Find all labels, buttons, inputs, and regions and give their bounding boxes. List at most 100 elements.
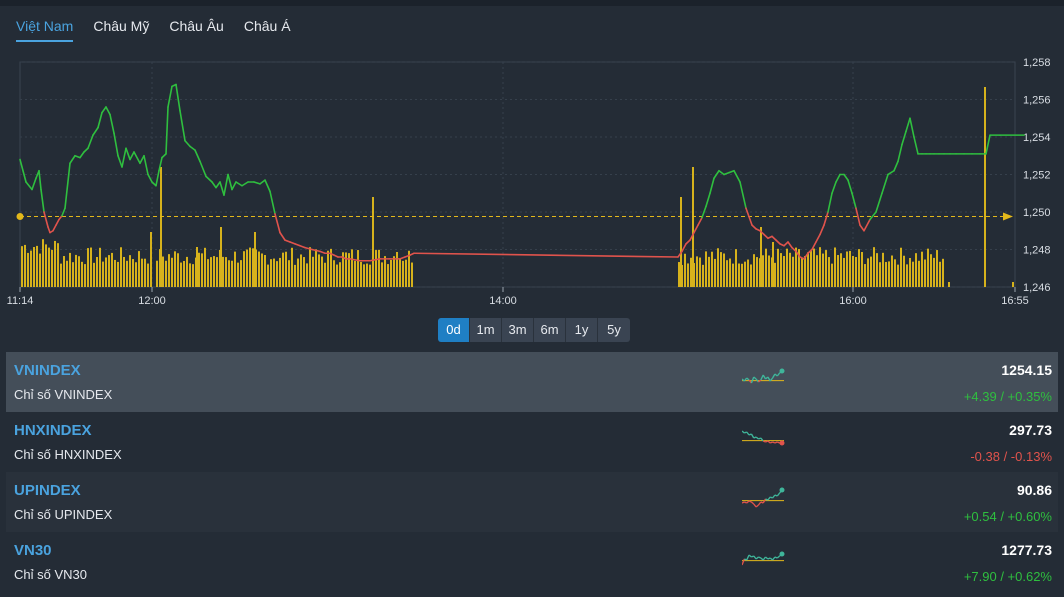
volume-bar	[220, 227, 222, 287]
volume-bar	[84, 264, 86, 287]
price-line-segment	[74, 154, 81, 159]
volume-bar	[81, 261, 83, 287]
volume-bar	[816, 255, 818, 287]
volume-bar	[699, 257, 701, 287]
volume-bar	[882, 252, 884, 287]
volume-bar	[27, 252, 29, 287]
volume-bar	[891, 255, 893, 287]
volume-bar	[105, 257, 107, 287]
sparkline-segment	[753, 376, 757, 380]
volume-bar	[93, 262, 95, 287]
volume-bar	[705, 251, 707, 287]
price-line-segment	[728, 169, 735, 174]
price-line-segment	[121, 147, 127, 168]
volume-bar	[33, 247, 35, 287]
volume-bar	[837, 255, 839, 287]
index-row-vnindex[interactable]: VNINDEX Chỉ số VNINDEX 1254.15 +4.39 / +…	[6, 352, 1058, 412]
price-line-segment	[179, 109, 186, 142]
period-1m-button[interactable]: 1m	[470, 318, 502, 342]
sparkline-end-dot	[779, 368, 785, 374]
volume-bar	[906, 264, 908, 287]
price-line-segment	[139, 154, 145, 165]
volume-bar	[288, 260, 290, 287]
volume-bar	[786, 248, 788, 287]
volume-bar	[132, 259, 134, 287]
price-line-segment	[835, 173, 841, 183]
volume-bar	[924, 259, 926, 287]
period-1y-button[interactable]: 1y	[566, 318, 598, 342]
price-line-segment	[863, 218, 871, 232]
sparkline-segment	[755, 436, 759, 440]
index-row-upindex[interactable]: UPINDEX Chỉ số UPINDEX 90.86 +0.54 / +0.…	[6, 472, 1058, 532]
price-line-segment	[31, 177, 37, 191]
volume-bar	[411, 262, 413, 287]
volume-bar	[351, 249, 353, 287]
volume-bar	[186, 256, 188, 287]
volume-bar	[324, 262, 326, 287]
price-line-segment	[413, 252, 679, 258]
volume-bar	[933, 257, 935, 287]
price-line-segment	[167, 85, 173, 108]
volume-bar	[735, 249, 737, 287]
period-5y-button[interactable]: 5y	[598, 318, 630, 342]
sparkline-segment	[767, 440, 771, 444]
intraday-chart: 1,246 1,248 1,250 1,252 1,254 1,256 1,258 11:14…	[7, 57, 1051, 307]
price-line-segment	[319, 250, 326, 255]
index-symbol[interactable]: HNXINDEX	[14, 422, 92, 439]
sparkline-segment	[755, 504, 759, 508]
price-line-segment	[913, 136, 919, 155]
volume-bar	[387, 264, 389, 287]
volume-bar	[696, 256, 698, 287]
index-name: Chỉ số UPINDEX	[14, 507, 113, 522]
price-line-segment	[215, 181, 221, 189]
index-row-vn30[interactable]: VN30 Chỉ số VN30 1277.73 +7.90 / +0.62%	[6, 532, 1058, 592]
price-line-segment	[235, 181, 243, 187]
price-line-segment	[205, 175, 213, 183]
volume-bar	[249, 247, 251, 287]
volume-bar	[36, 245, 38, 287]
price-line-segment	[905, 117, 911, 133]
price-line-segment	[751, 224, 757, 230]
volume-bar	[138, 251, 140, 287]
volume-bar	[711, 251, 713, 287]
volume-bar	[885, 261, 887, 287]
price-line-segment	[409, 252, 415, 256]
volume-bar	[772, 242, 774, 287]
volume-bar	[231, 260, 233, 287]
volume-bar	[678, 262, 680, 287]
price-line-segment	[227, 173, 233, 191]
index-value: 297.73	[1009, 422, 1052, 438]
volume-bar	[345, 252, 347, 287]
period-0d-button[interactable]: 0d	[438, 318, 470, 342]
index-name: Chỉ số HNXINDEX	[14, 447, 122, 462]
volume-bar	[150, 232, 152, 287]
period-3m-button[interactable]: 3m	[502, 318, 534, 342]
volume-bar	[66, 260, 68, 287]
volume-bar	[312, 256, 314, 287]
index-row-hnxindex[interactable]: HNXINDEX Chỉ số HNXINDEX 297.73 -0.38 / …	[6, 412, 1058, 472]
index-symbol[interactable]: VNINDEX	[14, 362, 81, 379]
volume-bar	[45, 244, 47, 287]
volume-bar	[717, 248, 719, 287]
volume-bar	[303, 257, 305, 287]
index-change: +0.54 / +0.60%	[963, 509, 1052, 524]
volume-bar	[804, 256, 806, 287]
volume-bar	[264, 255, 266, 287]
sparkline-segment	[746, 500, 750, 504]
period-6m-button[interactable]: 6m	[534, 318, 566, 342]
volume-bar	[160, 167, 162, 287]
volume-bar	[927, 248, 929, 287]
price-line-segment	[739, 181, 747, 210]
volume-bar	[168, 254, 170, 287]
volume-bar	[192, 264, 194, 287]
volume-bar	[828, 257, 830, 287]
price-line-segment	[165, 106, 169, 155]
index-symbol[interactable]: VN30	[14, 542, 52, 559]
index-symbol[interactable]: UPINDEX	[14, 482, 81, 499]
price-line-segment	[399, 256, 406, 260]
volume-bar	[366, 263, 368, 287]
volume-bar	[852, 255, 854, 287]
volume-bar	[861, 252, 863, 287]
volume-bar	[30, 250, 32, 287]
volume-bar	[708, 256, 710, 287]
